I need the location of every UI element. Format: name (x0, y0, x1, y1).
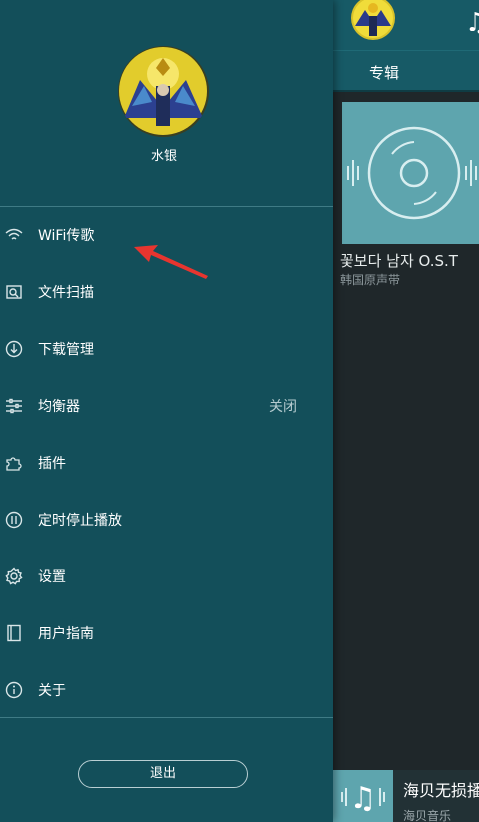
player-cover[interactable]: ♫ (333, 770, 393, 822)
gear-icon (5, 567, 23, 585)
svg-text:♫: ♫ (350, 781, 377, 816)
menu-label: 均衡器 (38, 399, 80, 415)
equalizer-status: 关闭 (269, 399, 297, 415)
menu-label: 插件 (38, 456, 66, 472)
menu-item-user-guide[interactable]: 用户指南 (0, 606, 333, 662)
menu-label: 设置 (38, 569, 66, 585)
navigation-drawer: 水银 WiFi传歌 文件扫描 下载管理 均衡器 关闭 插件 定时停止播放 设置 … (0, 0, 333, 822)
menu-label: 用户指南 (38, 626, 94, 642)
timer-icon (5, 511, 23, 529)
album-title[interactable]: 꽃보다 남자 O.S.T (340, 250, 458, 271)
wifi-icon (5, 226, 23, 244)
tab-album[interactable]: 专辑 (369, 62, 399, 83)
divider-top (0, 206, 333, 207)
menu-item-plugins[interactable]: 插件 (0, 436, 333, 492)
scan-icon (5, 283, 23, 301)
disc-icon (347, 126, 477, 220)
divider-bottom (0, 717, 333, 718)
main-header: ♫ (333, 0, 479, 50)
menu-item-equalizer[interactable]: 均衡器 关闭 (0, 379, 333, 435)
app-root: ♫ 专辑 꽃보다 남자 O.S.T 韩国原声带 ♫ 海贝无损播 海贝音乐 水银 … (0, 0, 479, 822)
main-panel: ♫ 专辑 꽃보다 남자 O.S.T 韩国原声带 ♫ 海贝无损播 海贝音乐 (333, 0, 479, 822)
user-name: 水银 (150, 149, 177, 164)
album-cover[interactable] (342, 102, 479, 244)
red-arrow-icon (134, 245, 208, 279)
user-avatar[interactable] (118, 46, 209, 137)
album-grid: 꽃보다 남자 O.S.T 韩国原声带 (333, 92, 479, 770)
puzzle-icon (5, 454, 23, 472)
info-icon (5, 681, 23, 699)
menu-label: 定时停止播放 (38, 513, 122, 529)
equalizer-icon (5, 397, 23, 415)
player-title: 海贝无损播 (403, 781, 479, 800)
music-note-icon[interactable]: ♫ (465, 10, 479, 36)
menu-item-settings[interactable]: 设置 (0, 549, 333, 605)
logout-button[interactable]: 退出 (78, 760, 248, 788)
menu-item-about[interactable]: 关于 (0, 663, 333, 719)
menu-label: 下载管理 (38, 342, 94, 358)
menu-label: WiFi传歌 (38, 228, 95, 244)
player-subtitle: 海贝音乐 (403, 809, 452, 822)
header-avatar[interactable] (351, 0, 395, 40)
menu-item-sleep-timer[interactable]: 定时停止播放 (0, 493, 333, 549)
book-icon (5, 624, 23, 642)
menu-item-download-manager[interactable]: 下载管理 (0, 322, 333, 378)
menu-label: 文件扫描 (38, 285, 94, 301)
tab-bar: 专辑 (333, 50, 479, 93)
menu-label: 关于 (38, 683, 66, 699)
album-subtitle: 韩国原声带 (340, 273, 401, 287)
download-icon (5, 340, 23, 358)
mini-player[interactable]: ♫ 海贝无损播 海贝音乐 (333, 770, 479, 822)
